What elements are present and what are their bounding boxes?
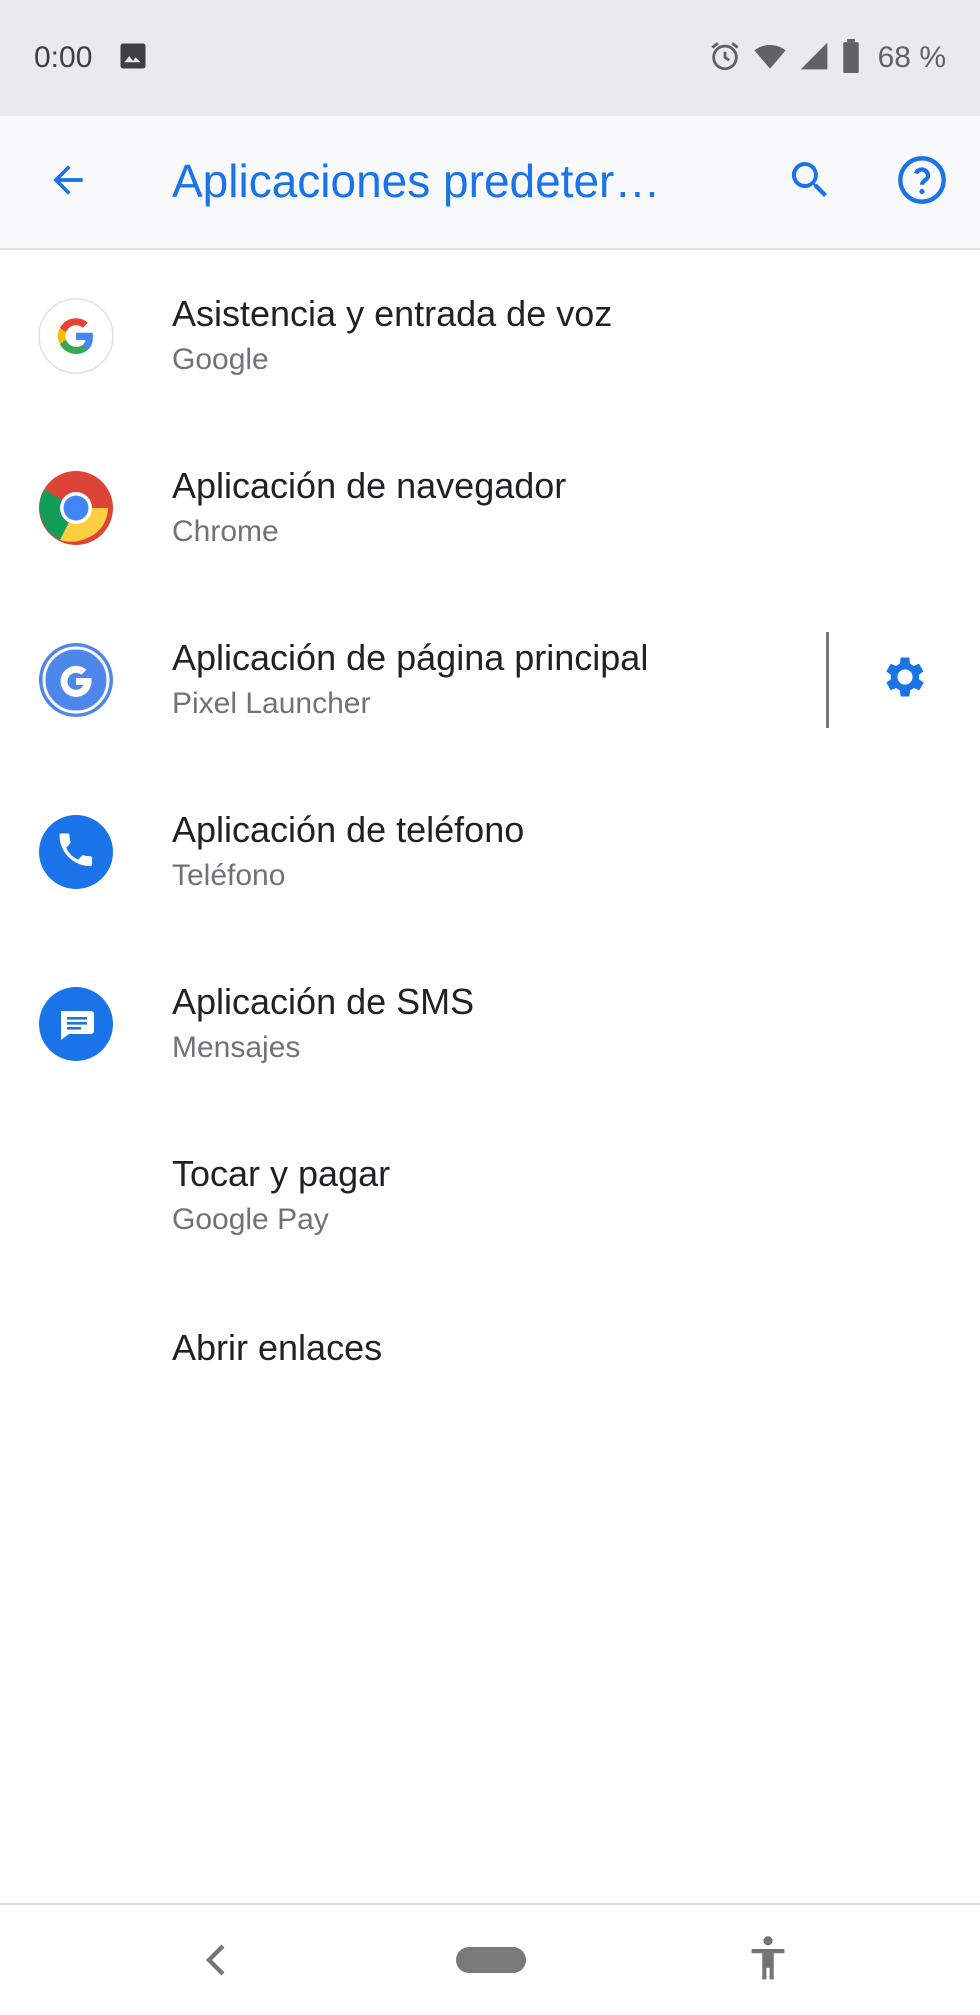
pixel-launcher-icon [38,642,114,718]
search-icon [786,156,834,209]
list-item-browser[interactable]: Aplicación de navegador Chrome [0,422,980,594]
item-title: Aplicación de página principal [172,637,649,678]
item-subtitle: Google Pay [172,1203,329,1236]
wifi-icon [752,39,788,78]
page-title: Aplicaciones predeter… [172,155,661,207]
item-subtitle: Chrome [172,515,279,548]
list-item-tap-pay[interactable]: Tocar y pagar Google Pay [0,1110,980,1282]
item-title: Abrir enlaces [172,1327,383,1368]
image-icon [118,41,148,76]
item-title: Aplicación de teléfono [172,809,525,850]
google-icon [38,298,114,374]
list-item-text: Tocar y pagar Google Pay [172,1152,390,1240]
item-title: Asistencia y entrada de voz [172,293,613,334]
gear-icon [879,651,931,708]
chrome-icon [38,470,114,546]
list-item-sms-app[interactable]: Aplicación de SMS Mensajes [0,938,980,1110]
app-bar: Aplicaciones predeter… [0,116,980,250]
list-item-voice-assist[interactable]: Asistencia y entrada de voz Google [0,250,980,422]
item-subtitle: Google [172,343,269,376]
status-time: 0:00 [34,41,93,74]
help-button[interactable] [892,152,952,212]
list-item-text: Aplicación de página principal Pixel Lau… [172,636,648,724]
list-item-text: Abrir enlaces [172,1326,382,1370]
list-item-text: Aplicación de SMS Mensajes [172,980,474,1068]
nav-back-icon [203,1942,227,1983]
signal-icon [798,40,830,77]
list-item-text: Aplicación de navegador Chrome [172,464,566,552]
vertical-divider [826,632,829,728]
status-bar: 0:00 68 % [0,0,980,116]
back-arrow-icon [46,158,90,207]
list-item-phone-app[interactable]: Aplicación de teléfono Teléfono [0,766,980,938]
help-icon [896,154,948,211]
alarm-icon [708,39,742,78]
list-item-open-links[interactable]: Abrir enlaces [0,1282,980,1432]
messages-icon [38,986,114,1062]
item-subtitle: Mensajes [172,1031,301,1064]
nav-back-button[interactable] [195,1937,235,1987]
list-item-text: Aplicación de teléfono Teléfono [172,808,524,896]
navigation-bar [0,1903,980,2015]
search-button[interactable] [780,152,840,212]
item-title: Aplicación de SMS [172,981,475,1022]
item-subtitle: Pixel Launcher [172,687,371,720]
back-button[interactable] [38,152,98,212]
status-left: 0:00 [34,41,148,76]
item-subtitle: Teléfono [172,859,286,892]
list-item-text: Asistencia y entrada de voz Google [172,292,612,380]
item-title: Aplicación de navegador [172,465,567,506]
item-title: Tocar y pagar [172,1153,391,1194]
accessibility-icon [748,1935,788,1986]
nav-home-pill[interactable] [456,1947,526,1973]
list-item-home-app[interactable]: Aplicación de página principal Pixel Lau… [0,594,980,766]
home-app-settings-button[interactable] [876,650,934,708]
accessibility-button[interactable] [746,1935,790,1985]
battery-icon [840,38,862,78]
phone-icon [38,814,114,890]
battery-percent: 68 % [877,41,946,74]
status-right: 68 % [708,38,946,78]
